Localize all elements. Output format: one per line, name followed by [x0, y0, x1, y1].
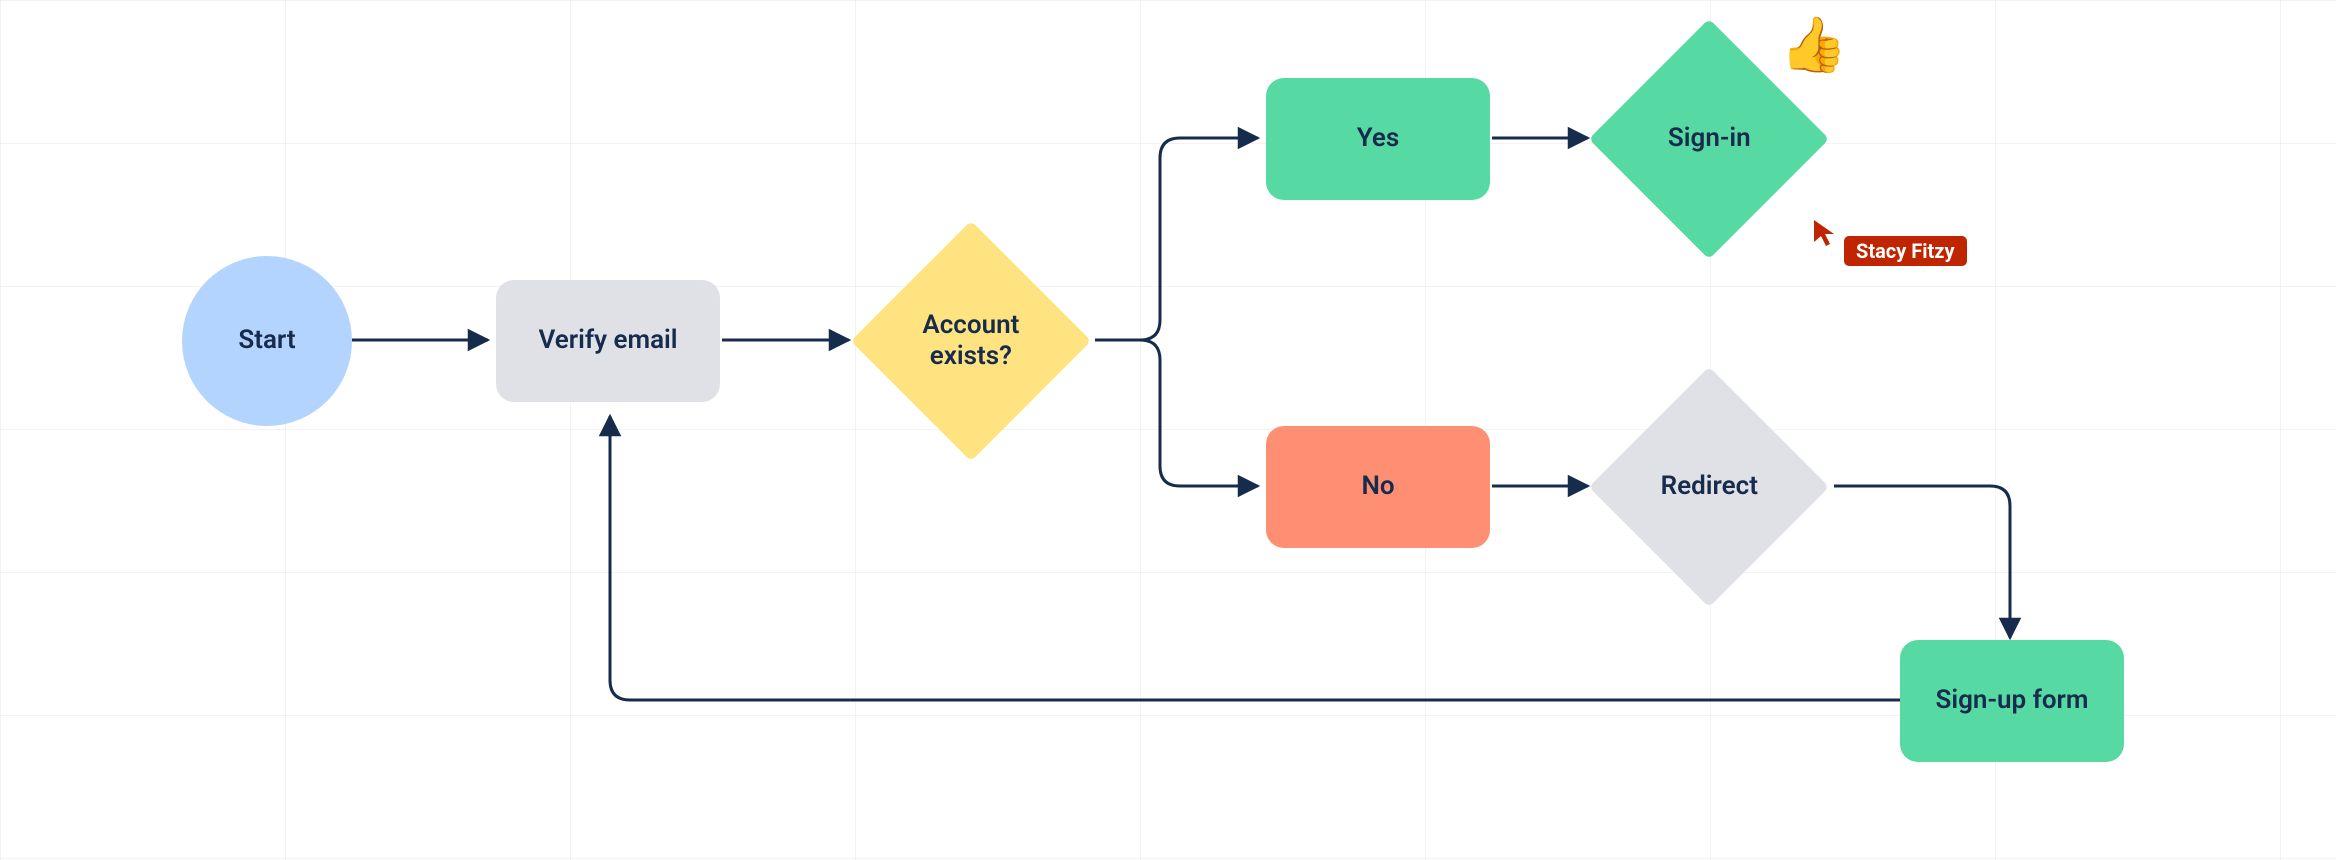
node-start[interactable]: Start: [182, 256, 352, 426]
node-account-exists-label: Account exists?: [886, 310, 1056, 372]
node-yes-label: Yes: [1357, 123, 1400, 154]
collaborator-name-badge: Stacy Fitzy: [1844, 236, 1967, 266]
node-signin-label: Sign-in: [1624, 123, 1794, 154]
thumbs-up-icon: 👍: [1780, 14, 1847, 77]
node-verify-email[interactable]: Verify email: [496, 280, 720, 402]
node-signup-form[interactable]: Sign-up form: [1900, 640, 2124, 762]
collaborator-cursor: Stacy Fitzy: [1812, 218, 1967, 266]
cursor-pointer-icon: [1812, 218, 1838, 248]
node-signin[interactable]: Sign-in: [1589, 19, 1829, 259]
flowchart-canvas[interactable]: { "nodes": { "start": {"label":"Start"},…: [0, 0, 2336, 860]
node-yes[interactable]: Yes: [1266, 78, 1490, 200]
node-no-label: No: [1361, 471, 1394, 502]
node-no[interactable]: No: [1266, 426, 1490, 548]
node-redirect-label: Redirect: [1624, 471, 1794, 502]
node-start-label: Start: [238, 325, 295, 356]
node-verify-email-label: Verify email: [538, 325, 677, 356]
node-signup-form-label: Sign-up form: [1936, 685, 2089, 716]
node-account-exists[interactable]: Account exists?: [851, 221, 1091, 461]
node-redirect[interactable]: Redirect: [1589, 367, 1829, 607]
